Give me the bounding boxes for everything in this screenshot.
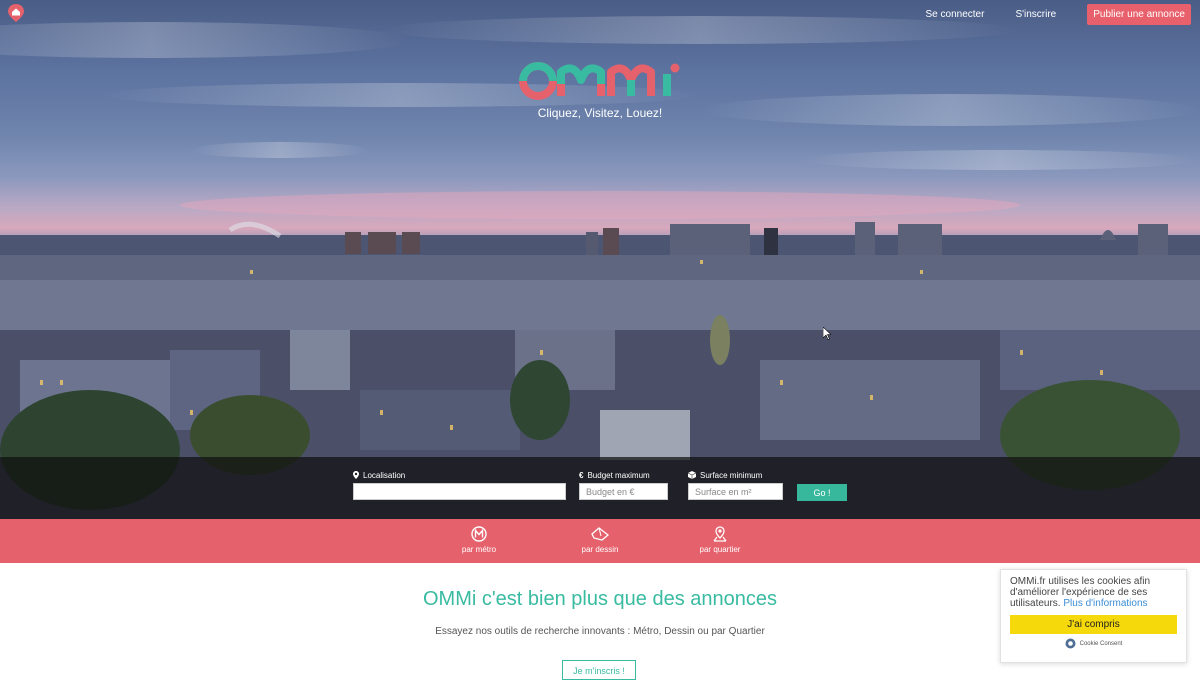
draw-icon <box>590 526 610 542</box>
euro-icon: € <box>579 471 583 480</box>
location-label: Localisation <box>363 471 405 480</box>
signup-link[interactable]: S'inscrire <box>1015 9 1056 20</box>
location-pin-icon <box>353 471 359 479</box>
cookie-accept-button[interactable]: J'ai compris <box>1010 615 1177 634</box>
login-link[interactable]: Se connecter <box>926 9 985 20</box>
tagline: Cliquez, Visitez, Louez! <box>0 106 1200 120</box>
sky-clouds <box>0 0 1200 240</box>
budget-field-group: € Budget maximum <box>579 469 668 500</box>
metro-icon <box>471 526 487 542</box>
mouse-cursor-icon <box>823 327 831 340</box>
cookie-more-info-link[interactable]: Plus d'informations <box>1063 598 1147 609</box>
search-bar: Localisation € Budget maximum Surface mi… <box>0 457 1200 519</box>
cookie-consent-logo-icon <box>1065 638 1076 649</box>
tool-neighborhood[interactable]: par quartier <box>675 526 765 554</box>
tool-metro[interactable]: par métro <box>434 526 524 554</box>
cookie-consent-branding: Cookie Consent <box>1010 638 1177 649</box>
top-navigation: Se connecter S'inscrire Publier une anno… <box>926 4 1200 24</box>
tool-draw-label: par dessin <box>582 545 619 554</box>
publish-ad-button[interactable]: Publier une annonce <box>1087 4 1191 25</box>
cookie-message-block: OMMi.fr utilises les cookies afin d'amél… <box>1010 576 1177 609</box>
cube-icon <box>688 471 696 479</box>
hero-banner: Se connecter S'inscrire Publier une anno… <box>0 0 1200 519</box>
surface-input[interactable] <box>688 483 783 500</box>
budget-input[interactable] <box>579 483 668 500</box>
signup-cta-button[interactable]: Je m'inscris ! <box>562 660 636 680</box>
budget-label: Budget maximum <box>587 471 649 480</box>
ommi-logo <box>519 62 683 100</box>
location-field-group: Localisation <box>353 469 566 500</box>
search-tools-band: par métro par dessin par quartier <box>0 519 1200 563</box>
cookie-consent-footer: Cookie Consent <box>1080 641 1123 647</box>
home-pin-logo-icon[interactable] <box>6 3 26 23</box>
surface-label: Surface minimum <box>700 471 762 480</box>
surface-field-group: Surface minimum <box>688 469 783 500</box>
cookie-consent-popup: OMMi.fr utilises les cookies afin d'amél… <box>1000 569 1187 663</box>
tool-metro-label: par métro <box>462 545 496 554</box>
location-input[interactable] <box>353 483 566 500</box>
tool-neighborhood-label: par quartier <box>700 545 741 554</box>
go-button[interactable]: Go ! <box>797 484 847 501</box>
tool-draw[interactable]: par dessin <box>555 526 645 554</box>
map-pin-icon <box>712 526 728 542</box>
